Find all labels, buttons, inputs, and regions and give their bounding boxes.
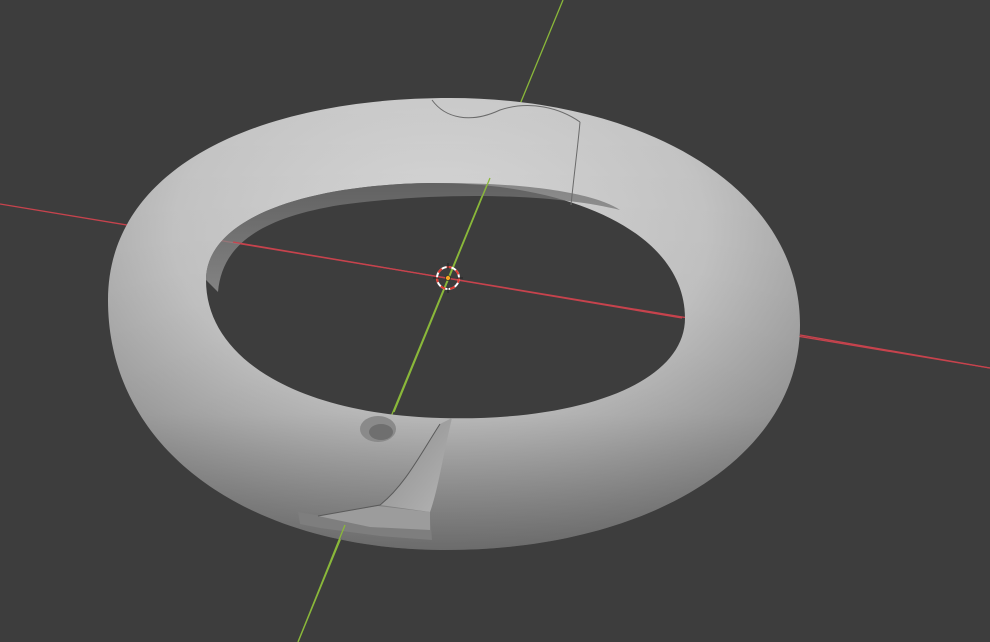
pin-hole-inner: [369, 424, 393, 440]
3d-viewport[interactable]: [0, 0, 990, 642]
object-origin-icon: [445, 275, 451, 281]
viewport-canvas[interactable]: [0, 0, 990, 642]
